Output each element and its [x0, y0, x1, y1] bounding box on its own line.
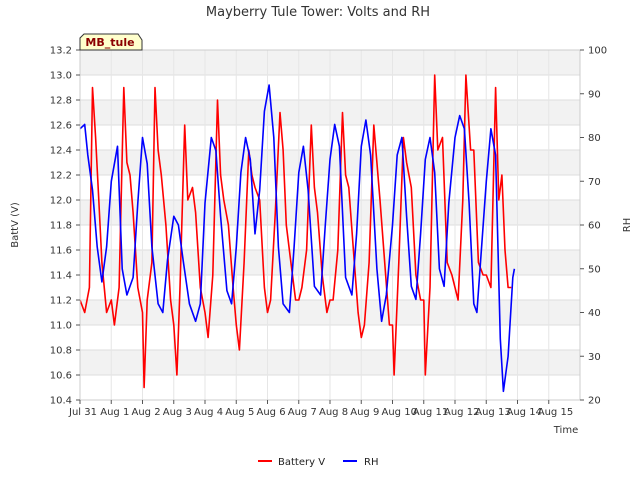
x-tick-label: Aug 3 — [163, 407, 192, 418]
y-left-tick-label: 11.0 — [50, 321, 72, 332]
y-left-axis: 10.4 10.6 10.8 11.0 11.2 11.4 11.6 11.8 12.0 12.2… — [50, 46, 80, 407]
chart-title: Mayberry Tule Tower: Volts and RH — [206, 5, 430, 20]
y-left-tick-label: 12.0 — [50, 196, 72, 207]
station-label-box: MB_tule — [79, 33, 143, 51]
x-tick-label: Aug 5 — [225, 407, 254, 418]
y-right-tick-label: 100 — [588, 46, 607, 57]
y-right-axis-title: RH — [622, 218, 633, 232]
y-right-tick-label: 80 — [588, 133, 601, 144]
x-tick-label: Aug 4 — [194, 407, 223, 418]
y-left-tick-label: 12.8 — [50, 96, 72, 107]
y-left-tick-label: 11.8 — [50, 221, 72, 232]
x-tick-label: Aug 8 — [319, 407, 348, 418]
x-tick-label: Jul 31 — [68, 407, 97, 418]
x-tick-label: Aug 2 — [132, 407, 161, 418]
legend: Battery V RH — [258, 457, 378, 468]
y-left-tick-label: 10.6 — [50, 371, 72, 382]
x-tick-label: Aug 7 — [288, 407, 317, 418]
x-tick-label: Aug 9 — [350, 407, 379, 418]
y-left-tick-label: 11.4 — [50, 271, 72, 282]
y-right-tick-label: 40 — [588, 308, 601, 319]
x-tick-label: Aug 13 — [475, 407, 510, 418]
y-left-tick-label: 12.4 — [50, 146, 72, 157]
y-right-tick-label: 90 — [588, 89, 601, 100]
y-right-tick-label: 30 — [588, 352, 601, 363]
y-right-tick-label: 60 — [588, 221, 601, 232]
y-right-tick-label: 70 — [588, 177, 601, 188]
x-axis-title: Time — [553, 425, 578, 436]
x-tick-label: Aug 11 — [413, 407, 448, 418]
chart-canvas: Mayberry Tule Tower: Volts and RH 10.410… — [10, 5, 633, 468]
y-right-axis: 20 30 40 50 60 70 80 90 100 — [580, 46, 607, 407]
legend-label-battery-v: Battery V — [278, 457, 325, 468]
legend-label-rh: RH — [364, 457, 378, 468]
x-tick-label: Aug 12 — [444, 407, 479, 418]
y-left-tick-label: 12.6 — [50, 121, 72, 132]
y-left-tick-label: 11.2 — [50, 296, 72, 307]
x-axis: Jul 31 Aug 1 Aug 2 Aug 3 Aug 4 Aug 5 Aug 6 Aug … — [68, 400, 573, 418]
y-left-axis-title: BattV (V) — [10, 202, 21, 248]
station-label: MB_tule — [85, 36, 134, 49]
y-left-tick-label: 11.6 — [50, 246, 72, 257]
x-tick-label: Aug 1 — [100, 407, 129, 418]
x-tick-label: Aug 6 — [257, 407, 286, 418]
y-left-tick-label: 13.2 — [50, 46, 72, 57]
y-right-tick-label: 50 — [588, 264, 601, 275]
y-right-tick-label: 20 — [588, 396, 601, 407]
x-tick-label: Aug 15 — [538, 407, 573, 418]
x-tick-label: Aug 14 — [507, 407, 542, 418]
y-left-tick-label: 13.0 — [50, 71, 72, 82]
x-tick-label: Aug 10 — [382, 407, 417, 418]
y-left-tick-label: 10.4 — [50, 396, 72, 407]
y-left-tick-label: 10.8 — [50, 346, 72, 357]
y-left-tick-label: 12.2 — [50, 171, 72, 182]
